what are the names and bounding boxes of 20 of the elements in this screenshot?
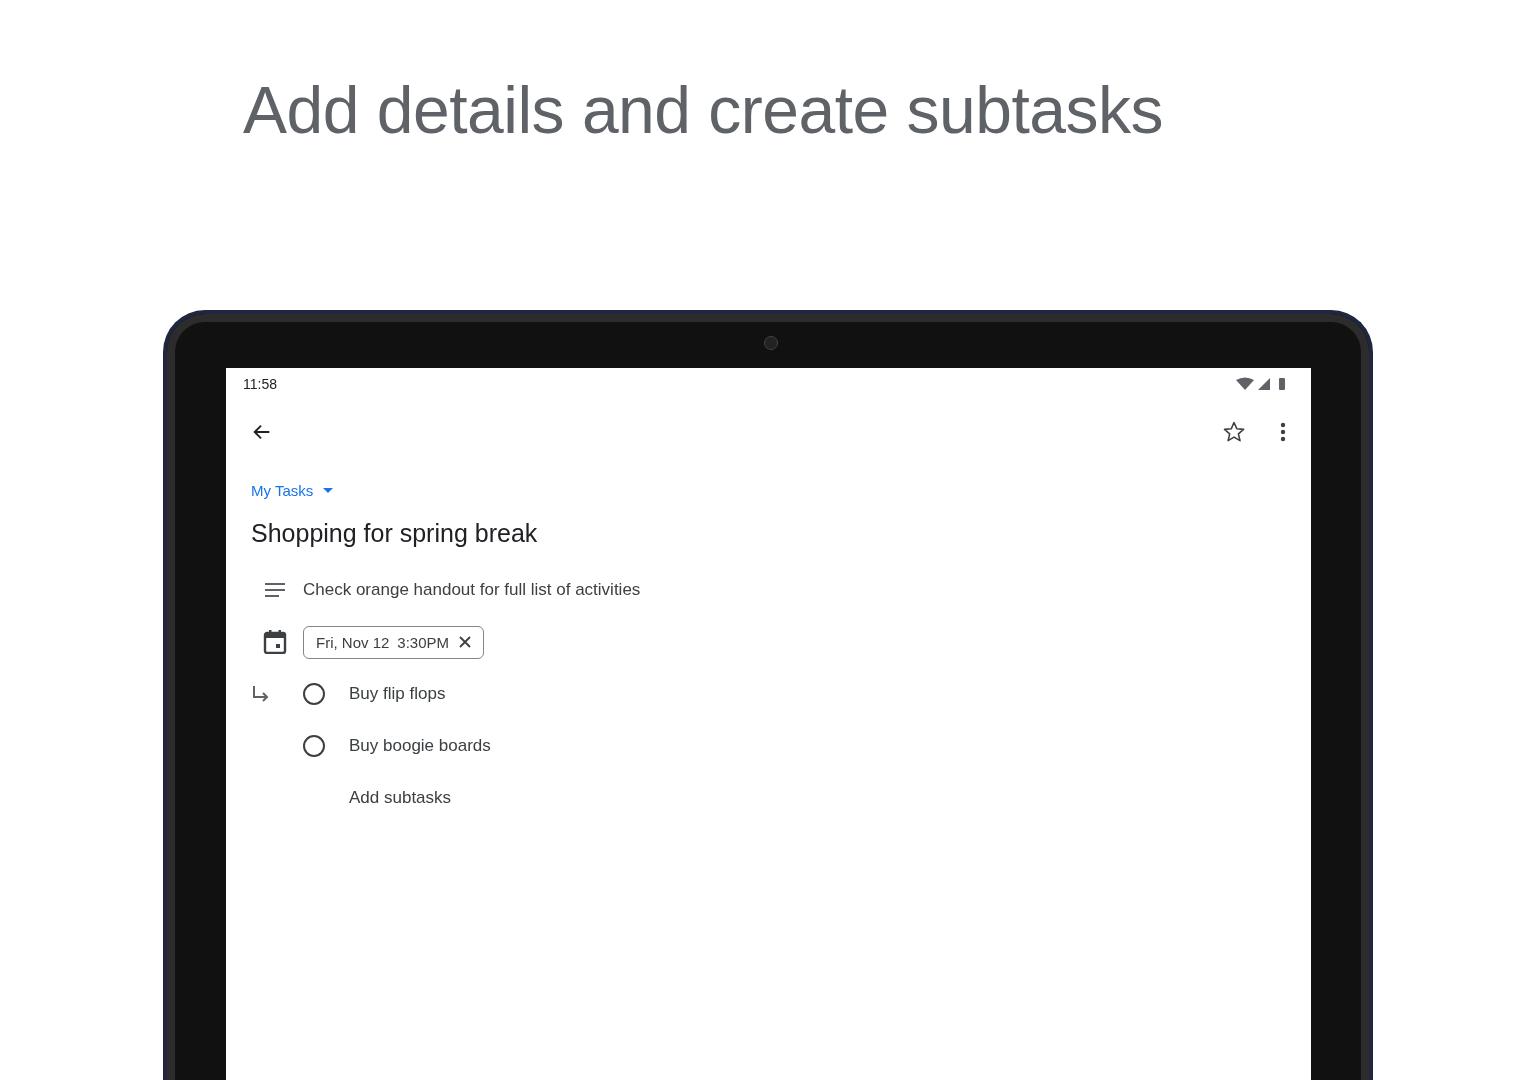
subtask-checkbox[interactable] bbox=[303, 735, 325, 757]
close-icon[interactable] bbox=[459, 636, 472, 648]
task-title[interactable]: Shopping for spring break bbox=[251, 519, 1286, 548]
chip-time: 3:30PM bbox=[397, 633, 450, 651]
chip-date: Fri, Nov 12 bbox=[316, 633, 390, 651]
task-details[interactable]: Check orange handout for full list of activities bbox=[303, 580, 641, 600]
add-subtasks-button[interactable]: Add subtasks bbox=[349, 788, 452, 808]
more-vertical-icon bbox=[1280, 422, 1286, 442]
subtask-arrow-icon bbox=[251, 684, 271, 704]
status-time: 11:58 bbox=[243, 376, 277, 392]
list-dropdown[interactable]: My Tasks bbox=[251, 482, 334, 499]
status-icons-drawing bbox=[1236, 377, 1286, 391]
headline: Add details and create subtasks bbox=[243, 72, 1164, 148]
subtask-title[interactable]: Buy boogie boards bbox=[349, 736, 491, 756]
star-icon bbox=[1222, 420, 1246, 444]
caret-icon bbox=[323, 487, 334, 494]
subtask-title[interactable]: Buy flip flops bbox=[349, 684, 446, 704]
date-chip[interactable]: Fri, Nov 12 3:30PM bbox=[303, 625, 485, 659]
subtask-checkbox[interactable] bbox=[303, 683, 325, 705]
camera-icon bbox=[764, 336, 778, 350]
